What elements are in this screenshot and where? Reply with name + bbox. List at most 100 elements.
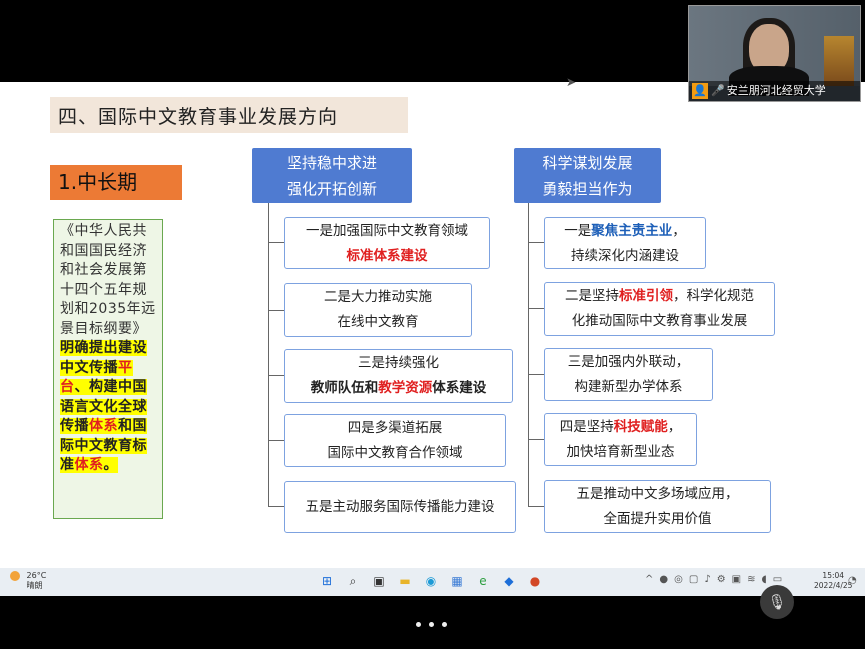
left-item-3-line1: 三是持续强化 [358, 355, 439, 371]
right-item-2-line1-red: 标准引领 [619, 288, 673, 304]
policy-textbox: 《中华人民共和国国民经济和社会发展第十四个五年规划和2035年远景目标纲要》明确… [53, 219, 163, 519]
file-explorer-icon[interactable]: ▬ [396, 572, 414, 590]
tray-chevron-icon[interactable]: ^ [645, 574, 653, 585]
section-badge: 1.中长期 [50, 165, 182, 200]
taskbar-clock[interactable]: 15:04 2022/4/25 [814, 571, 852, 591]
right-item-4-line1b: ， [667, 419, 682, 435]
page-dot-1[interactable] [416, 622, 421, 627]
page-dot-3[interactable] [442, 622, 447, 627]
left-item-1-line2: 标准体系建设 [346, 248, 428, 264]
page-indicator [416, 622, 447, 627]
tray-app-icon[interactable]: ● [659, 574, 668, 585]
tray-sync-icon[interactable]: ◎ [674, 574, 683, 585]
meeting-app-icon[interactable]: ◆ [500, 572, 518, 590]
left-item-5-line1: 五是主动服务国际传播能力建设 [305, 499, 495, 515]
mic-muted-icon[interactable]: 🎙 [760, 585, 794, 619]
right-item-1-line1-blue: 聚焦主责主业 [591, 223, 673, 239]
textbox-plain: 《中华人民共和国国民经济和社会发展第十四个五年规划和2035年远景目标纲要》 [60, 223, 156, 337]
tray-device-icon[interactable]: ▢ [689, 574, 698, 585]
taskbar-apps: ⊞ ⌕ ▣ ▬ ◉ ▦ e ◆ ● [318, 572, 544, 592]
weather-widget[interactable]: 26°C 晴朗 [10, 571, 46, 591]
right-branch-header: 科学谋划发展 勇毅担当作为 [514, 148, 661, 203]
right-item-4: 四是坚持科技赋能， 加快培育新型业态 [544, 413, 697, 466]
tray-mic-icon[interactable]: ♪ [704, 574, 710, 585]
tray-settings-icon[interactable]: ⚙ [717, 574, 726, 585]
right-item-3-line2: 构建新型办学体系 [574, 379, 683, 395]
right-item-4-line1-red: 科技赋能 [613, 419, 668, 435]
left-item-2-line2: 在线中文教育 [337, 314, 419, 330]
right-item-2-line1b: ，科学化规范 [673, 288, 754, 304]
left-item-4-line1: 四是多渠道拓展 [347, 420, 443, 436]
left-item-1: 一是加强国际中文教育领域 标准体系建设 [284, 217, 490, 269]
right-item-2-line2: 化推动国际中文教育事业发展 [571, 313, 748, 329]
left-item-5: 五是主动服务国际传播能力建设 [284, 481, 516, 533]
clock-date: 2022/4/25 [814, 581, 853, 590]
right-connector-4 [528, 439, 544, 440]
system-tray: ^ ● ◎ ▢ ♪ ⚙ ▣ ≋ ◖ ▭ [645, 574, 782, 585]
powerpoint-icon[interactable]: ● [526, 572, 544, 590]
left-item-1-line1: 一是加强国际中文教育领域 [306, 223, 468, 239]
right-header-line1: 科学谋划发展 [542, 154, 633, 172]
right-item-1-line1b: ， [672, 223, 686, 239]
textbox-hl-6: 体系 [74, 457, 104, 473]
windows-taskbar: 26°C 晴朗 ⊞ ⌕ ▣ ▬ ◉ ▦ e ◆ ● ^ ● ◎ ▢ ♪ ⚙ ▣ … [0, 568, 865, 596]
participant-video[interactable]: 👤 🎤 安兰朋河北经贸大学 [688, 5, 861, 102]
left-item-3-line2a: 教师队伍和 [310, 380, 379, 396]
left-header-line1: 坚持稳中求进 [286, 154, 377, 172]
textbox-hl-7: 。 [103, 457, 118, 473]
right-connector-2 [528, 308, 544, 309]
left-item-3-line2b: 体系建设 [432, 380, 487, 396]
right-connector-3 [528, 374, 544, 375]
right-item-2: 二是坚持标准引领，科学化规范 化推动国际中文教育事业发展 [544, 282, 775, 336]
right-connector-5 [528, 506, 544, 507]
battery-icon[interactable]: ▭ [773, 574, 782, 585]
slide-content: 四、国际中文教育事业发展方向 1.中长期 《中华人民共和国国民经济和社会发展第十… [0, 82, 865, 568]
right-item-2-line1a: 二是坚持 [565, 288, 619, 304]
right-item-1-line1a: 一是 [564, 223, 592, 239]
page-dot-2[interactable] [429, 622, 434, 627]
right-header-line2: 勇毅担当作为 [542, 180, 633, 198]
tray-app2-icon[interactable]: ▣ [732, 574, 741, 585]
left-item-4-line2: 国际中文教育合作领域 [327, 445, 463, 461]
right-item-4-line1a: 四是坚持 [559, 419, 614, 435]
user-icon: 👤 [692, 83, 708, 99]
left-item-3-line2-red: 教学资源 [378, 380, 433, 396]
wifi-icon[interactable]: ≋ [747, 574, 755, 585]
left-connector-5 [268, 506, 284, 507]
volume-icon[interactable]: ◖ [762, 574, 767, 585]
clock-time: 15:04 [822, 571, 845, 580]
search-icon[interactable]: ⌕ [344, 572, 362, 590]
weather-desc: 晴朗 [26, 581, 43, 590]
textbox-hl-4: 体系 [89, 418, 118, 434]
slide-title-bar: 四、国际中文教育事业发展方向 [50, 97, 408, 133]
left-branch-header: 坚持稳中求进 强化开拓创新 [252, 148, 412, 203]
left-connector-3 [268, 375, 284, 376]
left-item-4: 四是多渠道拓展 国际中文教育合作领域 [284, 414, 506, 467]
browser-e-icon[interactable]: e [474, 572, 492, 590]
left-connector-1 [268, 242, 284, 243]
notification-icon[interactable]: ◔ [848, 575, 857, 586]
right-item-3-line1: 三是加强内外联动， [567, 354, 690, 370]
task-view-icon[interactable]: ▣ [370, 572, 388, 590]
slide-title: 四、国际中文教育事业发展方向 [58, 106, 339, 128]
right-item-5-line1: 五是推动中文多场域应用， [576, 486, 739, 502]
left-item-3: 三是持续强化 教师队伍和教学资源体系建设 [284, 349, 513, 403]
left-connector-4 [268, 440, 284, 441]
video-caption: 👤 🎤 安兰朋河北经贸大学 [689, 81, 860, 101]
left-header-line2: 强化开拓创新 [286, 180, 377, 198]
right-connector-vertical [528, 203, 529, 506]
edge-browser-icon[interactable]: ◉ [422, 572, 440, 590]
start-button-icon[interactable]: ⊞ [318, 572, 336, 590]
right-item-5: 五是推动中文多场域应用， 全面提升实用价值 [544, 480, 771, 533]
store-icon[interactable]: ▦ [448, 572, 466, 590]
sun-icon [10, 571, 20, 581]
left-item-2-line1: 二是大力推动实施 [324, 289, 432, 305]
microphone-icon: 🎤 [711, 84, 725, 97]
participant-name: 安兰朋河北经贸大学 [726, 84, 826, 97]
left-connector-2 [268, 310, 284, 311]
right-item-5-line2: 全面提升实用价值 [603, 511, 712, 527]
bookshelf [824, 36, 854, 86]
right-item-1: 一是聚焦主责主业， 持续深化内涵建设 [544, 217, 706, 269]
right-item-3: 三是加强内外联动， 构建新型办学体系 [544, 348, 713, 401]
right-item-1-line2: 持续深化内涵建设 [571, 248, 679, 264]
